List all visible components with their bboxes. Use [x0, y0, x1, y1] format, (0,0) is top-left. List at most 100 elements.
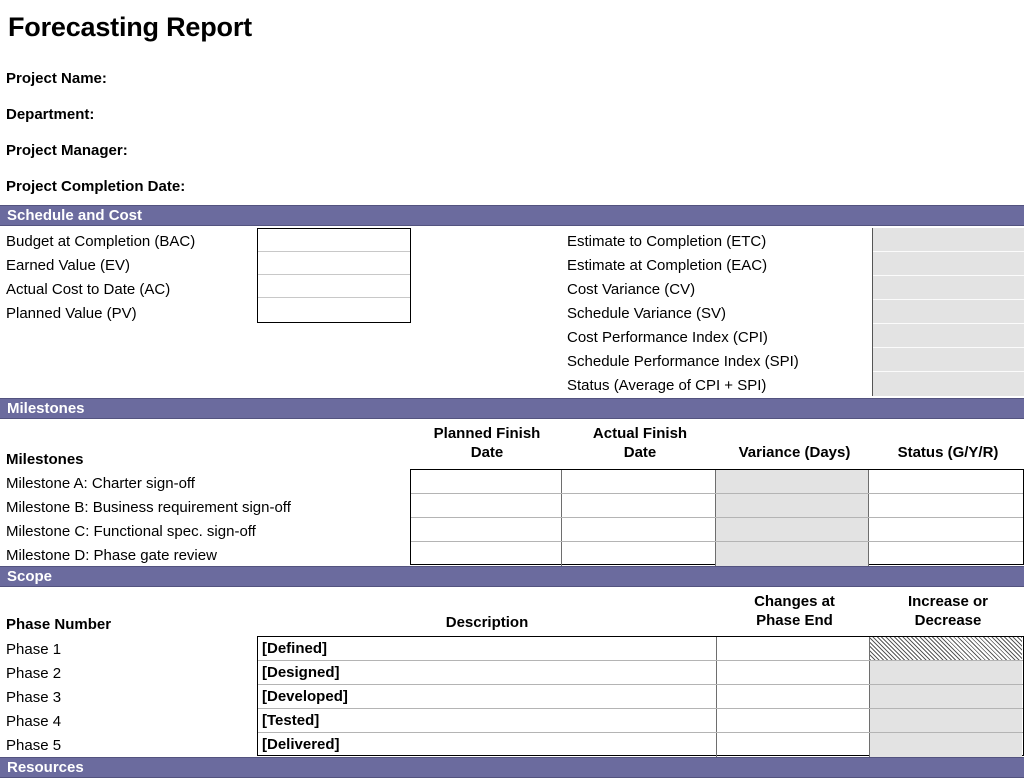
input-actual-cost-to-date[interactable] [258, 275, 410, 298]
cell-actual-finish-date[interactable] [562, 494, 716, 517]
cell-actual-finish-date[interactable] [562, 470, 716, 493]
value-cost-variance [873, 276, 1024, 300]
section-header-schedule-and-cost-label: Schedule and Cost [7, 207, 143, 224]
schedule-cost-calculated-group [872, 228, 1024, 396]
column-header-increase-or-decrease-line1: Increase or [907, 593, 989, 610]
section-header-resources-label: Resources [7, 759, 84, 776]
cell-status[interactable] [869, 518, 1022, 541]
column-header-planned-finish-date-line1: Planned Finish [433, 425, 541, 442]
scope-row-label-phase-1: Phase 1 [6, 641, 62, 658]
cell-planned-finish-date[interactable] [411, 470, 562, 493]
label-cost-performance-index: Cost Performance Index (CPI) [567, 329, 768, 346]
cell-actual-finish-date[interactable] [562, 518, 716, 541]
input-budget-at-completion[interactable] [258, 229, 410, 252]
cell-description[interactable]: [Developed] [258, 685, 717, 708]
milestone-row-label-a: Milestone A: Charter sign-off [6, 475, 195, 492]
cell-changes-at-phase-end[interactable] [717, 685, 870, 708]
schedule-cost-left-input-group[interactable] [257, 228, 411, 323]
section-header-scope: Scope [0, 566, 1024, 587]
label-estimate-to-completion: Estimate to Completion (ETC) [567, 233, 767, 250]
cell-increase-or-decrease [870, 733, 1022, 757]
field-label-project-manager: Project Manager: [6, 142, 128, 159]
cell-description[interactable]: [Tested] [258, 709, 717, 732]
cell-actual-finish-date[interactable] [562, 542, 716, 566]
section-header-scope-label: Scope [7, 568, 53, 585]
cell-status[interactable] [869, 470, 1022, 493]
milestone-row-label-c: Milestone C: Functional spec. sign-off [6, 523, 256, 540]
value-estimate-to-completion [873, 228, 1024, 252]
cell-planned-finish-date[interactable] [411, 518, 562, 541]
input-planned-value[interactable] [258, 298, 410, 321]
scope-row-label-phase-2: Phase 2 [6, 665, 62, 682]
table-row[interactable]: [Tested] [258, 709, 1023, 733]
table-row[interactable] [411, 542, 1023, 566]
column-header-increase-or-decrease-line2: Decrease [914, 612, 982, 629]
cell-changes-at-phase-end[interactable] [717, 733, 870, 757]
cell-description[interactable]: [Defined] [258, 637, 717, 660]
field-label-project-name: Project Name: [6, 70, 107, 87]
label-actual-cost-to-date: Actual Cost to Date (AC) [6, 281, 171, 298]
table-row[interactable]: [Defined] [258, 637, 1023, 661]
column-header-actual-finish-date-line2: Date [623, 444, 657, 461]
scope-row-label-phase-5: Phase 5 [6, 737, 62, 754]
column-header-description: Description [445, 614, 529, 631]
scope-row-label-phase-4: Phase 4 [6, 713, 62, 730]
cell-increase-or-decrease [870, 685, 1022, 708]
column-header-increase-or-decrease: Increase or Decrease [872, 592, 1024, 630]
value-schedule-performance-index [873, 348, 1024, 372]
table-row[interactable]: [Developed] [258, 685, 1023, 709]
column-header-phase-number: Phase Number [6, 616, 112, 633]
cell-increase-or-decrease [870, 637, 1022, 660]
value-status-average-cpi-spi [873, 372, 1024, 396]
cell-changes-at-phase-end[interactable] [717, 637, 870, 660]
section-header-milestones: Milestones [0, 398, 1024, 419]
value-schedule-variance [873, 300, 1024, 324]
forecasting-report-page: Forecasting Report Project Name: Departm… [0, 0, 1024, 780]
table-row[interactable]: [Delivered] [258, 733, 1023, 757]
cell-increase-or-decrease [870, 709, 1022, 732]
milestone-row-label-d: Milestone D: Phase gate review [6, 547, 217, 564]
column-header-actual-finish-date-line1: Actual Finish [592, 425, 688, 442]
column-header-changes-at-phase-end-line1: Changes at [754, 593, 835, 610]
column-header-changes-at-phase-end: Changes at Phase End [718, 592, 871, 630]
field-label-department: Department: [6, 106, 95, 123]
milestones-table[interactable] [410, 469, 1024, 566]
cell-changes-at-phase-end[interactable] [717, 709, 870, 732]
section-header-milestones-label: Milestones [7, 400, 85, 417]
cell-planned-finish-date[interactable] [411, 542, 562, 566]
label-cost-variance: Cost Variance (CV) [567, 281, 696, 298]
cell-variance-days [716, 470, 869, 493]
cell-variance-days [716, 542, 869, 566]
cell-description[interactable]: [Designed] [258, 661, 717, 684]
cell-planned-finish-date[interactable] [411, 494, 562, 517]
label-estimate-at-completion: Estimate at Completion (EAC) [567, 257, 768, 274]
section-header-schedule-and-cost: Schedule and Cost [0, 205, 1024, 226]
column-header-status-gyr: Status (G/Y/R) [897, 444, 999, 461]
cell-status[interactable] [869, 494, 1022, 517]
scope-row-label-phase-3: Phase 3 [6, 689, 62, 706]
table-row[interactable] [411, 494, 1023, 518]
table-row[interactable] [411, 518, 1023, 542]
column-header-milestones: Milestones [6, 451, 84, 468]
label-schedule-variance: Schedule Variance (SV) [567, 305, 726, 322]
milestone-row-label-b: Milestone B: Business requirement sign-o… [6, 499, 291, 516]
cell-variance-days [716, 518, 869, 541]
value-cost-performance-index [873, 324, 1024, 348]
column-header-actual-finish-date: Actual Finish Date [563, 424, 717, 462]
page-title: Forecasting Report [8, 12, 252, 42]
cell-increase-or-decrease [870, 661, 1022, 684]
column-header-variance-days: Variance (Days) [738, 444, 851, 461]
value-estimate-at-completion [873, 252, 1024, 276]
label-earned-value: Earned Value (EV) [6, 257, 130, 274]
cell-status[interactable] [869, 542, 1022, 566]
cell-variance-days [716, 494, 869, 517]
cell-changes-at-phase-end[interactable] [717, 661, 870, 684]
table-row[interactable] [411, 470, 1023, 494]
input-earned-value[interactable] [258, 252, 410, 275]
scope-table[interactable]: [Defined] [Designed] [Developed] [Tested… [257, 636, 1024, 757]
label-budget-at-completion: Budget at Completion (BAC) [6, 233, 196, 250]
column-header-planned-finish-date: Planned Finish Date [412, 424, 562, 462]
cell-description[interactable]: [Delivered] [258, 733, 717, 757]
label-planned-value: Planned Value (PV) [6, 305, 137, 322]
table-row[interactable]: [Designed] [258, 661, 1023, 685]
